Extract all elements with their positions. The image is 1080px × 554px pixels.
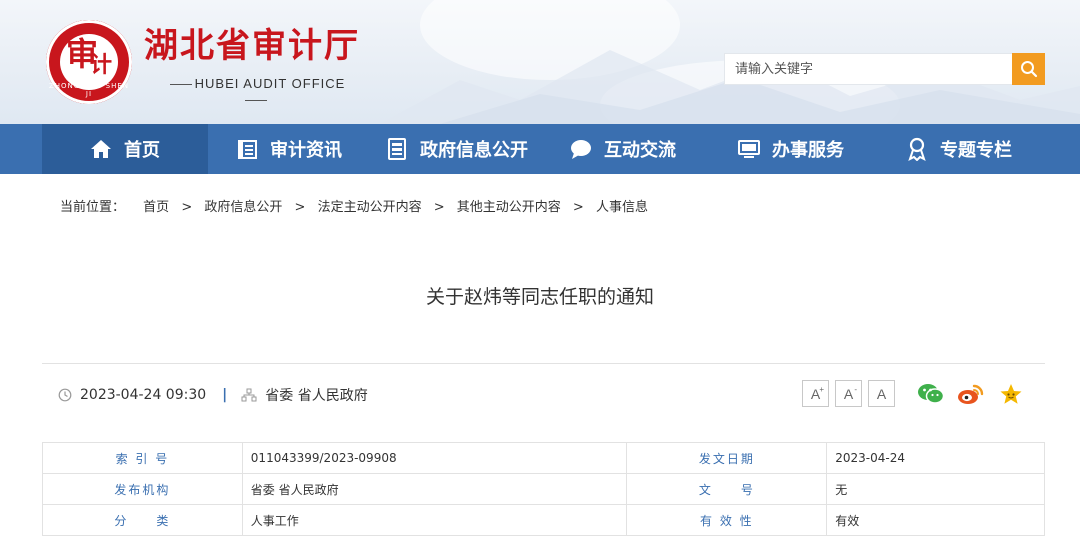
breadcrumb-link[interactable]: 其他主动公开内容 xyxy=(457,200,561,215)
plus-icon: + xyxy=(819,385,824,394)
table-value: 人事工作 xyxy=(241,504,628,536)
table-value: 011043399/2023-09908 xyxy=(241,442,628,474)
nav-label: 专题专栏 xyxy=(940,140,1012,161)
nav-label: 政府信息公开 xyxy=(420,140,528,161)
nav-label: 互动交流 xyxy=(604,140,676,161)
publish-datetime: 2023-04-24 09:30 xyxy=(80,387,207,403)
main-nav: 首页 审计资讯 政府信息公开 互动交流 办事服务 专题专栏 xyxy=(0,124,1080,174)
nav-item-special[interactable]: 专题专栏 xyxy=(904,124,1054,174)
table-key: 文 号 xyxy=(626,473,828,505)
site-subtitle: HUBEI AUDIT OFFICE xyxy=(156,76,356,102)
site-title[interactable]: 湖北省审计厅 xyxy=(144,24,360,68)
nav-item-interaction[interactable]: 互动交流 xyxy=(568,124,718,174)
table-row: 索 引 号 011043399/2023-09908 发文日期 2023-04-… xyxy=(42,442,1045,474)
nav-item-gov-info[interactable]: 政府信息公开 xyxy=(384,124,554,174)
font-reset-button[interactable]: A xyxy=(868,380,895,407)
nav-label: 首页 xyxy=(124,140,160,161)
organization-icon xyxy=(241,388,257,402)
table-value: 省委 省人民政府 xyxy=(241,473,628,505)
site-subtitle-text: HUBEI AUDIT OFFICE xyxy=(194,76,346,91)
search-box xyxy=(724,53,1014,85)
table-value: 无 xyxy=(826,473,1045,505)
minus-icon: - xyxy=(854,385,857,394)
table-key: 索 引 号 xyxy=(42,442,243,474)
table-row: 分 类 人事工作 有 效 性 有效 xyxy=(42,504,1045,536)
favorite-icon[interactable] xyxy=(996,380,1026,408)
nav-item-services[interactable]: 办事服务 xyxy=(736,124,886,174)
document-info-table: 索 引 号 011043399/2023-09908 发文日期 2023-04-… xyxy=(42,442,1045,536)
search-button[interactable] xyxy=(1012,53,1045,85)
breadcrumb-link[interactable]: 首页 xyxy=(143,200,169,215)
site-header: 审 计 ZHONG GUO SHEN JI 湖北省审计厅 HUBEI AUDIT… xyxy=(0,0,1080,124)
chat-icon xyxy=(568,136,594,162)
font-button-label: A xyxy=(843,385,854,402)
monitor-icon xyxy=(736,136,762,162)
article-source: 省委 省人民政府 xyxy=(265,388,368,404)
breadcrumb-separator: > xyxy=(572,200,584,215)
weibo-icon[interactable] xyxy=(956,380,986,408)
document-icon xyxy=(384,136,410,162)
divider xyxy=(42,363,1045,364)
breadcrumb-separator: > xyxy=(294,200,306,215)
search-icon xyxy=(1020,61,1037,78)
breadcrumb-separator: > xyxy=(433,200,445,215)
table-value: 2023-04-24 xyxy=(826,442,1045,474)
breadcrumb-link[interactable]: 人事信息 xyxy=(596,200,648,215)
font-button-label: A xyxy=(876,385,887,402)
font-decrease-button[interactable]: A- xyxy=(835,380,862,407)
table-key: 发文日期 xyxy=(626,442,828,474)
table-key: 分 类 xyxy=(42,504,243,536)
meta-separator: | xyxy=(222,387,228,403)
wechat-icon[interactable] xyxy=(916,380,946,408)
font-increase-button[interactable]: A + xyxy=(802,380,829,407)
nav-label: 办事服务 xyxy=(772,140,844,161)
article-title: 关于赵炜等同志任职的通知 xyxy=(425,286,654,308)
font-size-controls: A + A- A xyxy=(802,380,895,407)
nav-item-home[interactable]: 首页 xyxy=(42,124,208,174)
nav-item-audit-news[interactable]: 审计资讯 xyxy=(234,124,384,174)
clock-icon xyxy=(58,388,72,402)
table-key: 有 效 性 xyxy=(626,504,828,536)
news-icon xyxy=(234,136,260,162)
article-meta: 2023-04-24 09:30 | 省委 省人民政府 xyxy=(58,385,368,405)
search-input[interactable] xyxy=(725,54,1013,84)
logo-glyph: 计 xyxy=(90,52,113,78)
home-icon xyxy=(88,136,114,162)
site-logo[interactable]: 审 计 ZHONG GUO SHEN JI xyxy=(46,20,132,104)
share-bar xyxy=(916,380,1026,408)
logo-ring-text: ZHONG GUO SHEN JI xyxy=(48,82,130,98)
breadcrumb: 当前位置： 首页 > 政府信息公开 > 法定主动公开内容 > 其他主动公开内容 … xyxy=(60,198,648,218)
table-key: 发布机构 xyxy=(42,473,243,505)
nav-label: 审计资讯 xyxy=(270,140,342,161)
ribbon-icon xyxy=(904,136,930,162)
breadcrumb-link[interactable]: 政府信息公开 xyxy=(204,200,282,215)
breadcrumb-lead: 当前位置： xyxy=(60,200,126,215)
table-row: 发布机构 省委 省人民政府 文 号 无 xyxy=(42,473,1045,505)
breadcrumb-link[interactable]: 法定主动公开内容 xyxy=(318,200,422,215)
table-value: 有效 xyxy=(826,504,1045,536)
breadcrumb-separator: > xyxy=(181,200,193,215)
